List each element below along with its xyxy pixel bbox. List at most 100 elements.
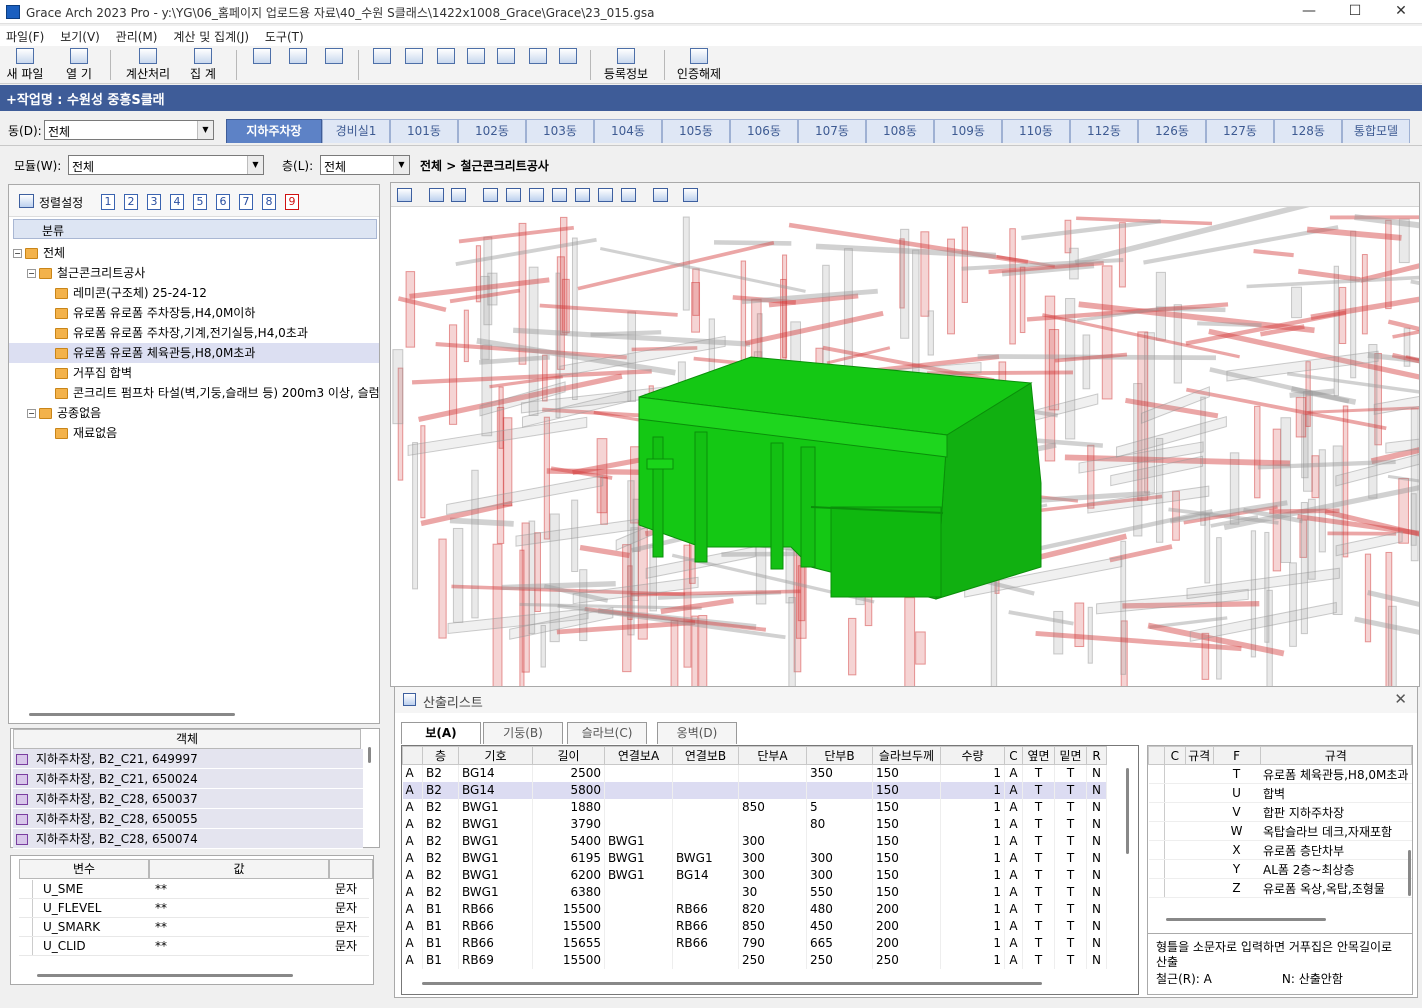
table-cell[interactable]: N [1086, 866, 1107, 884]
tool-edit-button[interactable] [494, 48, 518, 82]
table-cell[interactable]: N [1086, 832, 1107, 850]
table-cell[interactable] [806, 781, 873, 799]
code-spec-cell[interactable] [1185, 802, 1214, 822]
table-cell[interactable]: 1880 [532, 798, 605, 816]
table-cell[interactable]: A [1004, 866, 1023, 884]
object-scrollbar[interactable] [368, 747, 371, 763]
variable-row[interactable]: U_FLEVEL ** 문자 [19, 899, 369, 918]
tool-stair-button[interactable] [526, 48, 550, 82]
table-cell[interactable]: A [402, 951, 423, 969]
row-selector[interactable] [1148, 859, 1165, 879]
table-cell[interactable]: 450 [806, 917, 873, 935]
tab-102[interactable]: 102동 [458, 119, 526, 143]
tab-104[interactable]: 104동 [594, 119, 662, 143]
table-cell[interactable] [604, 781, 673, 799]
code-row[interactable]: Z 유로폼 옥상,옥탑,조형물 [1148, 878, 1412, 898]
tool-slab-button[interactable] [434, 48, 458, 82]
table-cell[interactable]: BG14 [672, 866, 739, 884]
table-cell[interactable]: A [402, 917, 423, 935]
table-cell[interactable]: 15500 [532, 900, 605, 918]
table-cell[interactable]: T [1022, 900, 1055, 918]
table-cell[interactable]: T [1022, 883, 1055, 901]
code-c-cell[interactable] [1164, 802, 1186, 822]
code-f-cell[interactable]: T [1213, 764, 1261, 784]
table-cell[interactable]: N [1086, 764, 1107, 782]
table-cell[interactable]: 250 [872, 951, 941, 969]
code-spec-cell[interactable] [1185, 783, 1214, 803]
table-cell[interactable]: A [1004, 849, 1023, 867]
table-cell[interactable]: T [1022, 866, 1055, 884]
row-selector[interactable] [1148, 783, 1165, 803]
minimize-button[interactable]: — [1286, 0, 1332, 24]
code-spec-cell[interactable] [1185, 764, 1214, 784]
table-cell[interactable]: 80 [806, 815, 873, 833]
table-cell[interactable] [738, 764, 807, 782]
code-c-cell[interactable] [1164, 840, 1186, 860]
table-cell[interactable]: 150 [872, 832, 941, 850]
table-cell[interactable]: 1 [940, 883, 1005, 901]
table-cell[interactable]: B2 [422, 832, 459, 850]
tab-107[interactable]: 107동 [798, 119, 866, 143]
tab-127[interactable]: 127동 [1206, 119, 1274, 143]
table-cell[interactable]: 790 [738, 934, 807, 952]
tab-parking[interactable]: 지하주차장 [226, 119, 322, 143]
zoom-button[interactable] [286, 48, 310, 82]
code-f-cell[interactable]: V [1213, 802, 1261, 822]
table-cell[interactable]: N [1086, 883, 1107, 901]
table-cell[interactable]: RB66 [458, 900, 533, 918]
code-column-header[interactable] [1148, 746, 1165, 765]
table-cell[interactable]: T [1022, 798, 1055, 816]
table-row[interactable]: A B2 BWG1 3790 80 150 1 A T T N [402, 815, 1107, 833]
table-cell[interactable]: 1 [940, 764, 1005, 782]
table-cell[interactable]: 150 [872, 764, 941, 782]
table-cell[interactable]: A [402, 798, 423, 816]
tree-scrollbar[interactable] [29, 713, 235, 716]
sum-button[interactable]: 집 계 [182, 48, 224, 82]
table-row[interactable]: A B1 RB69 15500 250 250 250 1 A T T N [402, 951, 1107, 969]
tree-item[interactable]: − 공종없음 [9, 403, 379, 423]
table-cell[interactable]: BWG1 [458, 815, 533, 833]
table-cell[interactable]: 150 [872, 781, 941, 799]
table-cell[interactable]: 30 [738, 883, 807, 901]
calc-button[interactable]: 계산처리 [120, 48, 176, 82]
table-cell[interactable]: 6195 [532, 849, 605, 867]
table-cell[interactable]: 300 [806, 849, 873, 867]
table-cell[interactable]: 150 [872, 849, 941, 867]
object-row[interactable]: 지하주차장, B2_C21, 650024 [13, 769, 363, 789]
tool-grid-button[interactable] [556, 48, 580, 82]
module-select[interactable]: 전체 ▼ [68, 155, 264, 175]
table-cell[interactable]: RB66 [458, 934, 533, 952]
object-row[interactable]: 지하주차장, B2_C28, 650074 [13, 829, 363, 849]
view-front-icon[interactable] [483, 188, 498, 202]
code-spec-text[interactable]: 합벽 [1260, 783, 1412, 803]
code-c-cell[interactable] [1164, 764, 1186, 784]
code-spec-text[interactable]: 유로폼 옥상,옥탑,조형물 [1260, 878, 1412, 898]
table-cell[interactable]: A [402, 866, 423, 884]
tree-item[interactable]: 유로폼 유로폼 주차장,기계,전기실등,H4,0초과 [9, 323, 379, 343]
code-row[interactable]: V 합판 지하주차장 [1148, 802, 1412, 822]
object-row[interactable]: 지하주차장, B2_C28, 650037 [13, 789, 363, 809]
table-cell[interactable]: A [1004, 832, 1023, 850]
table-cell[interactable]: RB66 [672, 900, 739, 918]
code-c-cell[interactable] [1164, 821, 1186, 841]
tab-128[interactable]: 128동 [1274, 119, 1342, 143]
tab-103[interactable]: 103동 [526, 119, 594, 143]
close-icon[interactable]: ✕ [1394, 690, 1407, 708]
table-cell[interactable]: T [1022, 934, 1055, 952]
table-cell[interactable] [672, 764, 739, 782]
column-header[interactable]: R [1086, 746, 1107, 765]
dong-select[interactable]: 전체 ▼ [44, 120, 214, 140]
menu-file[interactable]: 파일(F) [0, 26, 50, 47]
table-cell[interactable]: BWG1 [458, 883, 533, 901]
table-cell[interactable] [604, 798, 673, 816]
code-spec-cell[interactable] [1185, 821, 1214, 841]
tree-item[interactable]: 유로폼 유로폼 주차장등,H4,0M이하 [9, 303, 379, 323]
tab-beam[interactable]: 보(A) [401, 722, 481, 744]
table-cell[interactable]: T [1022, 849, 1055, 867]
new-file-button[interactable]: 새 파일 [4, 48, 46, 82]
column-header[interactable]: 연결보A [604, 746, 673, 765]
code-f-cell[interactable]: W [1213, 821, 1261, 841]
table-cell[interactable]: A [1004, 900, 1023, 918]
view-top-icon[interactable] [575, 188, 590, 202]
table-cell[interactable]: RB66 [458, 917, 533, 935]
